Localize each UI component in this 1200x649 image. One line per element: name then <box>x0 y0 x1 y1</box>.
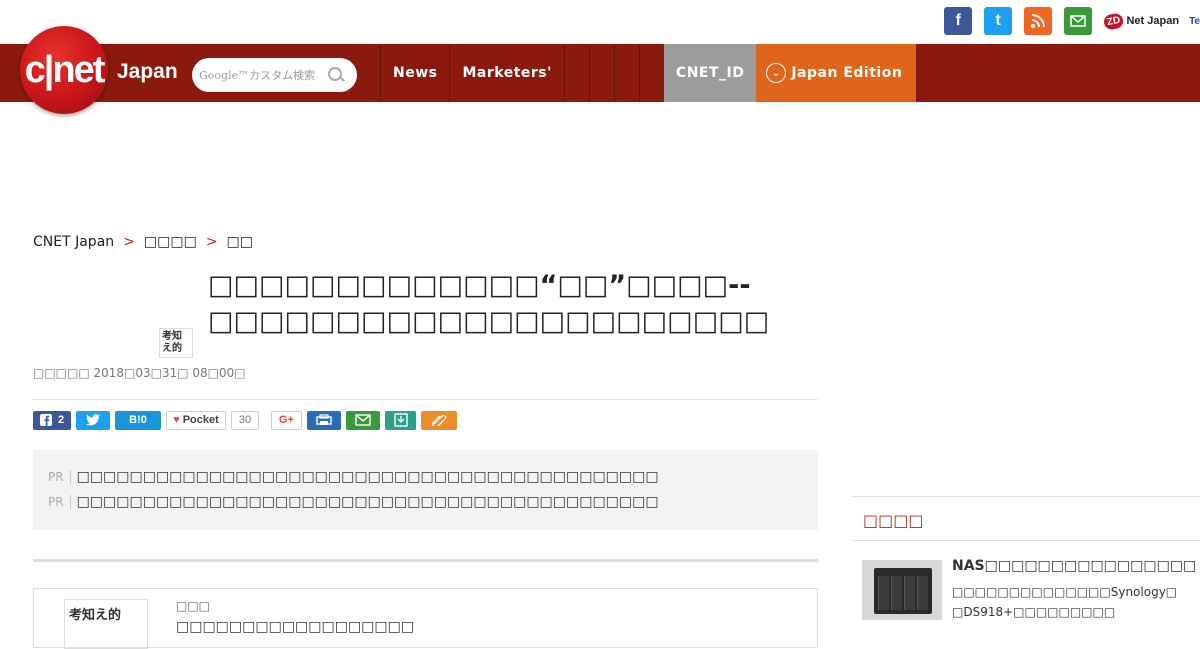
sidebar-item-desc-line: □□□□□□□□□□□□□□Synology□ <box>952 585 1178 599</box>
paperclip-icon <box>432 414 447 426</box>
print-button[interactable] <box>307 410 341 430</box>
sidebar-border <box>852 496 1200 497</box>
zdnet-badge: ZD <box>1102 11 1125 31</box>
nav-empty-2[interactable] <box>588 44 614 102</box>
pr-link[interactable]: □□□□□□□□□□□□□□□□□□□□□□□□□□□□□□□□□□□□□□□□… <box>77 469 659 485</box>
twitter-icon[interactable]: t <box>984 7 1013 35</box>
sidebar-item-desc: □□□□□□□□□□□□□□Synology□ □DS918+□□□□□□□□□ <box>952 582 1192 622</box>
nas-device-illustration <box>874 568 932 614</box>
techrepublic-logo[interactable]: Te <box>1189 16 1200 27</box>
search-icon[interactable] <box>327 66 345 84</box>
pr-link[interactable]: □□□□□□□□□□□□□□□□□□□□□□□□□□□□□□□□□□□□□□□□… <box>77 494 659 510</box>
nav-cnet-id[interactable]: CNET_ID <box>663 44 757 102</box>
book-title[interactable]: □□□□□□□□□□□□□□□□□□ <box>176 619 414 635</box>
edition-label: Japan Edition <box>791 65 903 81</box>
divider <box>33 399 818 400</box>
hatena-bookmark-button[interactable]: B!0 <box>115 410 161 430</box>
sidebar-divider <box>852 540 1200 541</box>
mail-icon[interactable] <box>1064 7 1093 35</box>
rss-icon[interactable] <box>1024 7 1053 35</box>
pr-item[interactable]: PR □□□□□□□□□□□□□□□□□□□□□□□□□□□□□□□□□□□□□… <box>48 489 803 514</box>
facebook-share-count: 2 <box>57 414 65 426</box>
nav-items: News Marketers' CNET_ID ⌄ Japan Edition <box>380 44 917 102</box>
facebook-share-button[interactable]: 2 <box>33 410 71 430</box>
sidebar-item-title[interactable]: NAS□□□□□□□□□□□□□□□□ <box>952 558 1196 574</box>
pr-tag: PR <box>48 469 71 484</box>
search-box[interactable]: Google™カスタム検索 <box>192 58 357 92</box>
pocket-label: Pocket <box>182 414 219 426</box>
article-byline: □□□□□ 2018□03□31□ 08□00□ <box>33 366 246 380</box>
section-divider <box>33 559 818 562</box>
book-thumbnail[interactable]: 考知え的 <box>64 599 148 649</box>
nav-empty-1[interactable] <box>563 44 589 102</box>
breadcrumb-home[interactable]: CNET Japan <box>33 234 114 250</box>
nas-product-image[interactable] <box>862 560 942 620</box>
sidebar-featured: □□□□ NAS□□□□□□□□□□□□□□□□ □□□□□□□□□□□□□□S… <box>852 496 1200 636</box>
top-utility-bar: f t ZD Net Japan Te <box>0 0 1200 44</box>
share-buttons: 2 B!0 ♥ Pocket 30 G+ <box>33 410 462 430</box>
clip-button[interactable] <box>421 410 457 430</box>
logo-text: c|net <box>24 48 106 91</box>
breadcrumb-subcategory[interactable]: □□ <box>227 234 253 250</box>
book-label: □□□ <box>176 599 211 613</box>
save-button[interactable] <box>385 410 416 430</box>
twitter-icon <box>86 414 100 426</box>
techrepublic-label: Te <box>1189 15 1200 27</box>
breadcrumb-category[interactable]: □□□□ <box>144 234 197 250</box>
google-plus-button[interactable]: G+ <box>271 410 302 430</box>
twitter-share-button[interactable] <box>76 410 110 430</box>
article-title: □□□□□□□□□□□□□“□□”□□□□--□□□□□□□□□□□□□□□□□… <box>208 270 770 337</box>
nav-news[interactable]: News <box>380 44 449 102</box>
chevron-down-icon: ⌄ <box>766 63 787 83</box>
search-input[interactable]: Google™カスタム検索 <box>199 67 327 83</box>
nav-empty-3[interactable] <box>613 44 639 102</box>
zdnet-logo[interactable]: ZD Net Japan <box>1102 11 1180 31</box>
sidebar-item-desc-line: □DS918+□□□□□□□□□ <box>952 605 1116 619</box>
pr-box: PR □□□□□□□□□□□□□□□□□□□□□□□□□□□□□□□□□□□□□… <box>33 450 818 530</box>
breadcrumb: CNET Japan > □□□□ > □□ <box>33 234 253 250</box>
pocket-button[interactable]: ♥ Pocket <box>166 410 226 430</box>
cnet-logo[interactable]: c|net <box>20 26 108 114</box>
zdnet-label: Net Japan <box>1126 15 1180 27</box>
nav-marketers[interactable]: Marketers' <box>449 44 563 102</box>
pr-item[interactable]: PR □□□□□□□□□□□□□□□□□□□□□□□□□□□□□□□□□□□□□… <box>48 464 803 489</box>
nav-edition-selector[interactable]: ⌄ Japan Edition <box>756 44 917 102</box>
pocket-count: 30 <box>231 410 259 430</box>
logo-japan-label: Japan <box>117 60 178 83</box>
nav-empty-4[interactable] <box>638 44 664 102</box>
mail-icon <box>355 414 371 426</box>
breadcrumb-separator: > <box>205 234 218 250</box>
breadcrumb-separator: > <box>123 234 135 250</box>
pr-tag: PR <box>48 494 71 509</box>
sidebar-heading: □□□□ <box>863 511 924 530</box>
pocket-icon: ♥ <box>173 414 180 426</box>
email-share-button[interactable] <box>346 410 380 430</box>
facebook-icon <box>39 414 52 426</box>
print-icon <box>316 414 332 425</box>
book-card[interactable]: 考知え的 □□□ □□□□□□□□□□□□□□□□□□ <box>33 588 818 649</box>
facebook-icon[interactable]: f <box>944 7 973 35</box>
top-social-links: f t ZD Net Japan Te <box>944 7 1200 35</box>
download-icon <box>393 413 408 427</box>
article-thumbnail[interactable]: 考知え的 <box>159 328 193 358</box>
